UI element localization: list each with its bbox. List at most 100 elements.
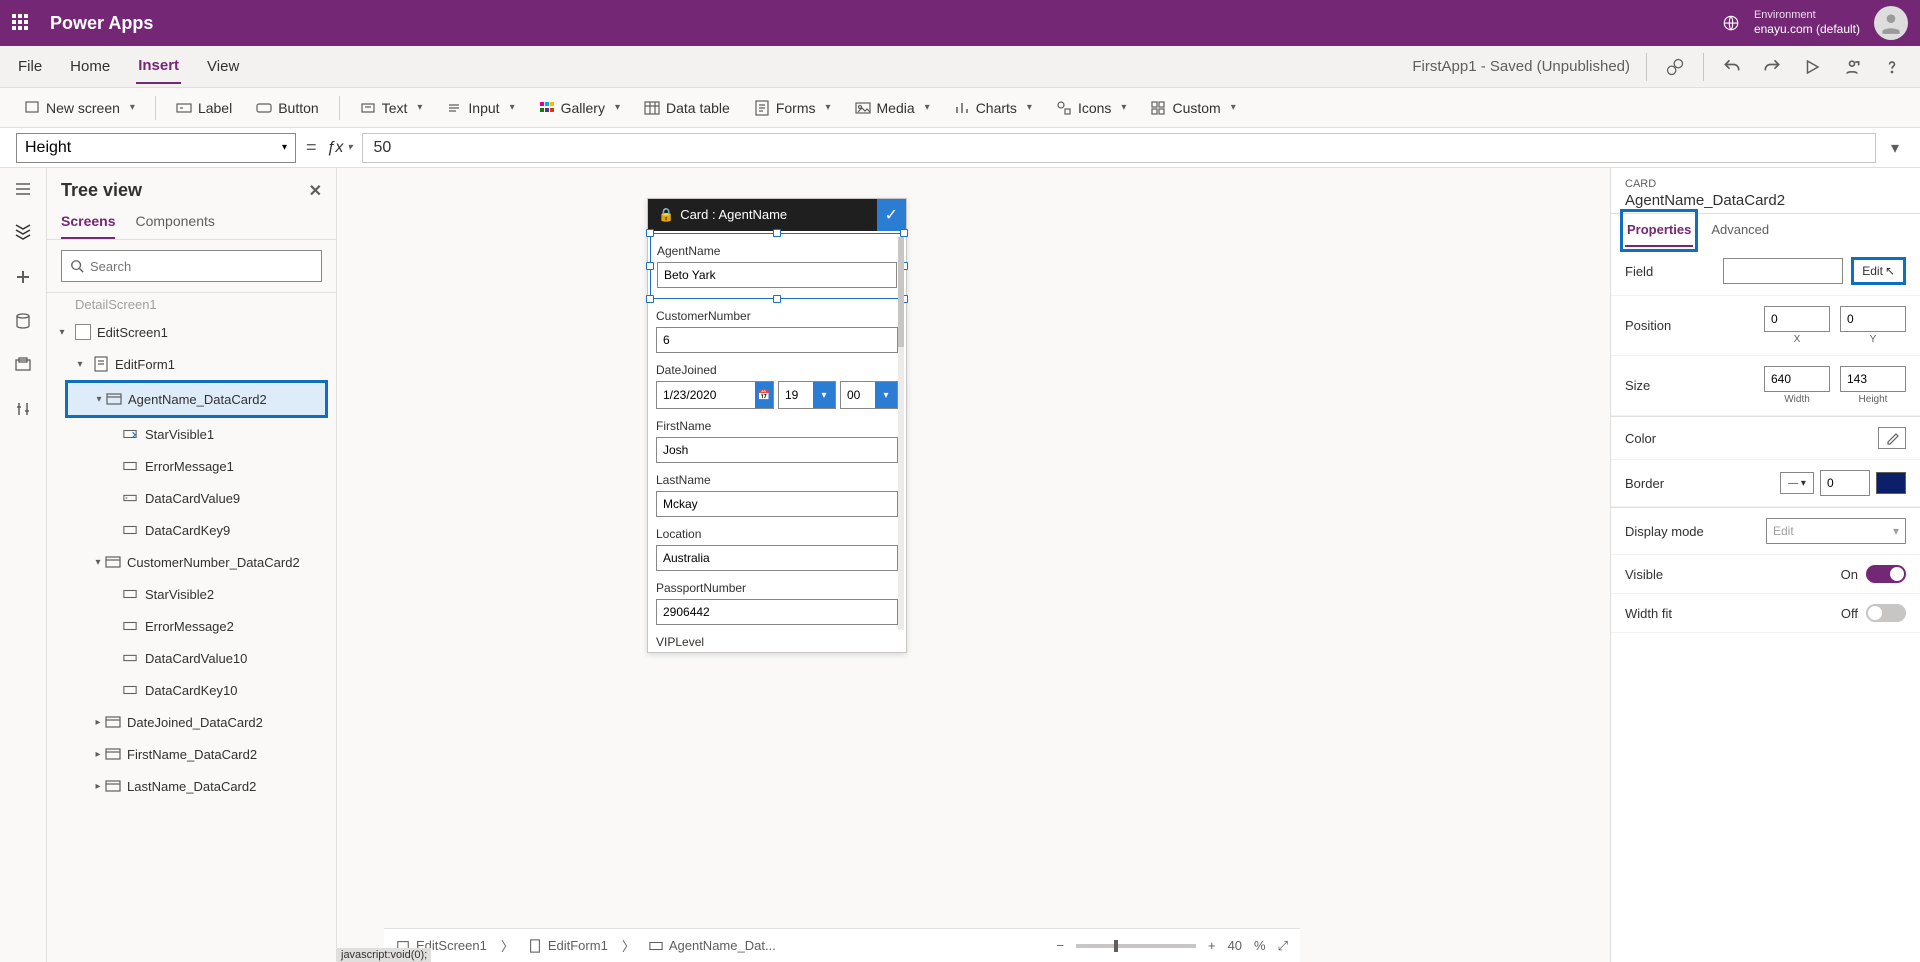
display-mode-select[interactable]: Edit▾ — [1766, 518, 1906, 544]
custom-button[interactable]: Custom — [1140, 96, 1245, 120]
tab-properties[interactable]: Properties — [1625, 214, 1693, 247]
user-avatar[interactable] — [1874, 6, 1908, 40]
date-input[interactable] — [657, 382, 755, 408]
selected-datacard[interactable]: AgentName — [650, 233, 904, 299]
position-y-input[interactable] — [1840, 306, 1906, 332]
minute-dropdown-icon[interactable]: ▾ — [875, 382, 897, 408]
rail-treeview-icon[interactable] — [12, 222, 34, 244]
text-button[interactable]: Text — [350, 96, 433, 120]
rail-data-icon[interactable] — [12, 310, 34, 332]
app-launcher-icon[interactable] — [12, 14, 30, 32]
forms-button[interactable]: Forms — [744, 96, 841, 120]
hour-input[interactable] — [779, 382, 813, 408]
canvas-area[interactable]: 🔒Card : AgentName ✓ AgentName CustomerNu… — [337, 168, 1610, 962]
color-picker[interactable] — [1878, 427, 1906, 449]
tree-node-datacardkey10[interactable]: DataCardKey10 — [47, 674, 336, 706]
resize-handle[interactable] — [773, 295, 781, 303]
edit-field-button[interactable]: Edit↖ — [1851, 257, 1906, 285]
field-input-agent[interactable] — [657, 262, 897, 288]
zoom-in-icon[interactable]: + — [1208, 938, 1216, 953]
expand-formula-icon[interactable]: ▾ — [1886, 138, 1904, 158]
submit-check-icon[interactable]: ✓ — [877, 199, 906, 231]
tree-node-lastname-card[interactable]: ▸LastName_DataCard2 — [47, 770, 336, 802]
tree-search-input[interactable] — [90, 259, 313, 274]
border-style-select[interactable]: — ▾ — [1780, 472, 1814, 494]
menu-file[interactable]: File — [16, 50, 44, 83]
hour-dropdown-icon[interactable]: ▾ — [813, 382, 835, 408]
datatable-button[interactable]: Data table — [634, 96, 740, 120]
tab-advanced[interactable]: Advanced — [1709, 214, 1771, 247]
help-icon[interactable] — [1880, 55, 1904, 79]
tree-node-starvisible1[interactable]: StarVisible1 — [47, 418, 336, 450]
resize-handle[interactable] — [900, 229, 908, 237]
edit-form-preview[interactable]: 🔒Card : AgentName ✓ AgentName CustomerNu… — [647, 198, 907, 653]
size-height-input[interactable] — [1840, 366, 1906, 392]
resize-handle[interactable] — [773, 229, 781, 237]
media-button[interactable]: Media — [845, 96, 940, 120]
rail-media-icon[interactable] — [12, 354, 34, 376]
border-width-input[interactable] — [1820, 470, 1870, 496]
form-scrollbar[interactable] — [898, 237, 904, 630]
tab-components[interactable]: Components — [135, 205, 214, 239]
visible-toggle[interactable] — [1866, 565, 1906, 583]
widthfit-toggle[interactable] — [1866, 604, 1906, 622]
size-width-input[interactable] — [1764, 366, 1830, 392]
tab-screens[interactable]: Screens — [61, 205, 115, 239]
tree-node-editform[interactable]: ▾EditForm1 — [47, 348, 336, 380]
rail-hamburger-icon[interactable] — [12, 178, 34, 200]
button-button[interactable]: Button — [246, 96, 328, 120]
zoom-slider[interactable] — [1076, 944, 1196, 948]
fit-screen-icon[interactable]: ⤢ — [1278, 938, 1288, 954]
formula-input[interactable]: 50 — [362, 133, 1876, 163]
field-value-box[interactable] — [1723, 258, 1843, 284]
tree-node-datacardkey9[interactable]: DataCardKey9 — [47, 514, 336, 546]
tree-node-editscreen[interactable]: ▾EditScreen1 — [47, 316, 336, 348]
position-x-input[interactable] — [1764, 306, 1830, 332]
field-input-firstname[interactable] — [656, 437, 898, 463]
property-selector[interactable]: Height▾ — [16, 133, 296, 163]
tree-node-customernumber-card[interactable]: ▾CustomerNumber_DataCard2 — [47, 546, 336, 578]
field-input-passport[interactable] — [656, 599, 898, 625]
menu-home[interactable]: Home — [68, 50, 112, 83]
menu-insert[interactable]: Insert — [136, 49, 181, 84]
play-icon[interactable] — [1800, 55, 1824, 79]
app-checker-icon[interactable] — [1663, 55, 1687, 79]
tree-node-errormessage1[interactable]: ErrorMessage1 — [47, 450, 336, 482]
rail-advanced-icon[interactable] — [12, 398, 34, 420]
border-color-swatch[interactable] — [1876, 472, 1906, 494]
label-button[interactable]: Label — [166, 96, 242, 120]
fx-icon[interactable]: ƒx — [327, 139, 353, 157]
tree-node-datacardvalue9[interactable]: DataCardValue9 — [47, 482, 336, 514]
share-icon[interactable] — [1840, 55, 1864, 79]
crumb-form[interactable]: EditForm1 — [528, 938, 608, 953]
tree-node-detailscreen[interactable]: DetailScreen1 — [47, 292, 336, 316]
redo-icon[interactable] — [1760, 55, 1784, 79]
crumb-card[interactable]: AgentName_Dat... — [649, 938, 776, 953]
new-screen-button[interactable]: New screen — [14, 96, 145, 120]
undo-icon[interactable] — [1720, 55, 1744, 79]
charts-button[interactable]: Charts — [944, 96, 1042, 120]
tree-node-errormessage2[interactable]: ErrorMessage2 — [47, 610, 336, 642]
field-input-lastname[interactable] — [656, 491, 898, 517]
zoom-out-icon[interactable]: − — [1056, 938, 1064, 953]
rail-insert-icon[interactable] — [12, 266, 34, 288]
tree-node-agentname-card[interactable]: ▾AgentName_DataCard2 — [68, 383, 325, 415]
resize-handle[interactable] — [646, 229, 654, 237]
minute-input[interactable] — [841, 382, 875, 408]
tree-node-datejoined-card[interactable]: ▸DateJoined_DataCard2 — [47, 706, 336, 738]
environment-info[interactable]: Environment enayu.com (default) — [1754, 9, 1860, 37]
tree-node-firstname-card[interactable]: ▸FirstName_DataCard2 — [47, 738, 336, 770]
menu-view[interactable]: View — [205, 50, 241, 83]
resize-handle[interactable] — [646, 295, 654, 303]
calendar-icon[interactable]: 📅 — [755, 382, 773, 408]
resize-handle[interactable] — [646, 262, 654, 270]
field-input-location[interactable] — [656, 545, 898, 571]
icons-button[interactable]: Icons — [1046, 96, 1137, 120]
tree-node-starvisible2[interactable]: StarVisible2 — [47, 578, 336, 610]
close-panel-icon[interactable]: ✕ — [309, 181, 322, 201]
tree-node-datacardvalue10[interactable]: DataCardValue10 — [47, 642, 336, 674]
input-button[interactable]: Input — [436, 96, 524, 120]
field-input-customer[interactable] — [656, 327, 898, 353]
gallery-button[interactable]: Gallery — [529, 96, 630, 120]
tree-search[interactable] — [61, 250, 322, 282]
